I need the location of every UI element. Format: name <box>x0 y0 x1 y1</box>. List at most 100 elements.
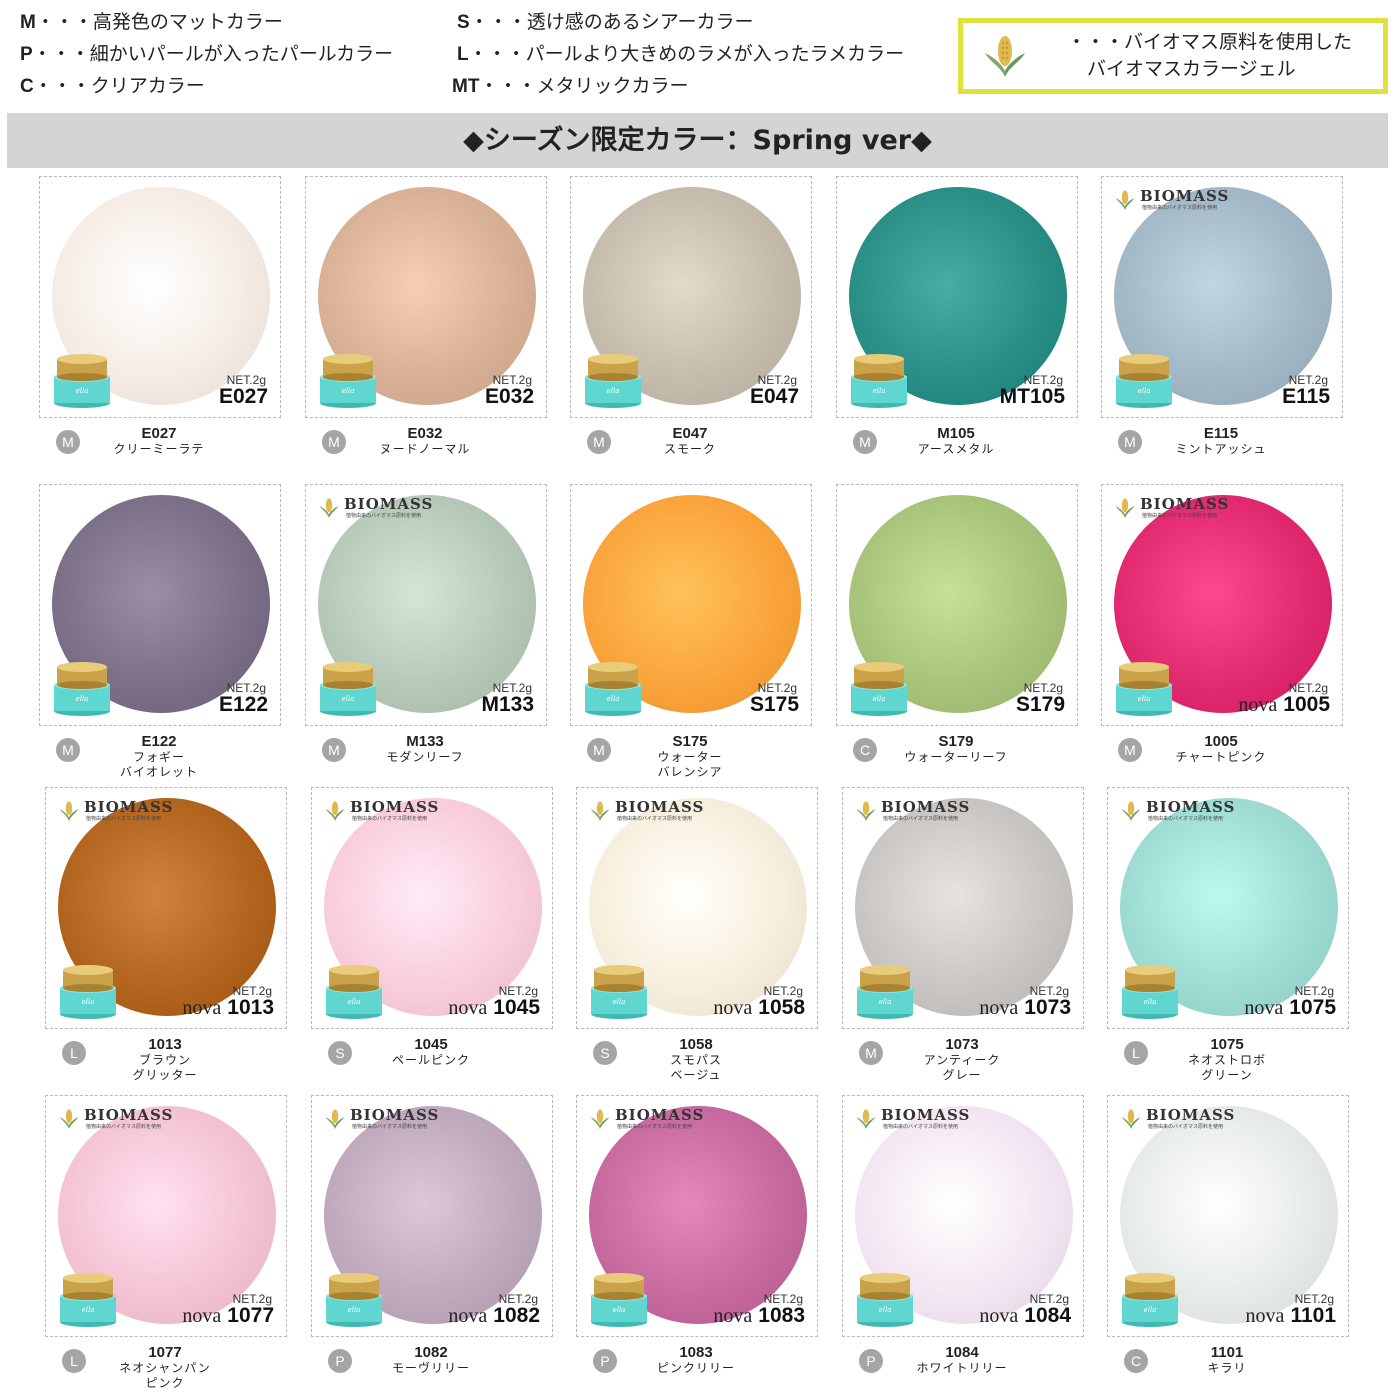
corn-icon <box>1115 498 1135 519</box>
caption-code: E115 <box>1203 425 1239 442</box>
swatch-code: nova 1005 <box>1238 693 1330 717</box>
caption-name: キラリ <box>1207 1361 1247 1375</box>
gel-jar-icon: ella <box>58 964 118 1020</box>
swatch-code: M133 <box>481 693 534 717</box>
color-card[interactable]: BIOMASS 植物由来のバイオマス原料を使用 ella NET.2g nova 1075 <box>1107 787 1349 1029</box>
color-card[interactable]: BIOMASS 植物由来のバイオマス原料を使用 ella NET.2g nova 1077 <box>45 1095 287 1337</box>
color-caption: E122 フォギー バイオレット <box>69 734 249 780</box>
swatch-code-number: 1101 <box>1290 1304 1336 1327</box>
color-card[interactable]: ella NET.2g E122 <box>39 484 281 726</box>
swatch-code-number: E027 <box>218 385 268 408</box>
svg-text:ella: ella <box>1138 695 1151 703</box>
swatch-code-number: E047 <box>749 385 799 408</box>
swatch-code: nova 1084 <box>979 1304 1071 1328</box>
biomass-logo: BIOMASS 植物由来のバイオマス原料を使用 <box>855 798 1035 824</box>
color-caption: 1084 ホワイトリリー <box>872 1345 1052 1376</box>
caption-code: 1013 <box>148 1036 182 1053</box>
color-card[interactable]: ella NET.2g E047 <box>570 176 812 418</box>
svg-text:ella: ella <box>82 998 95 1006</box>
color-grid: ella NET.2g E027 M E027 クリーミーラテ ella NET.2g E032… <box>0 0 1400 1400</box>
svg-text:ella: ella <box>1138 387 1151 395</box>
swatch-code-number: 1077 <box>227 1304 274 1327</box>
nova-label: nova <box>1245 1305 1285 1327</box>
color-caption: S175 ウォーター バレンシア <box>600 734 780 780</box>
svg-text:ella: ella <box>342 695 355 703</box>
caption-code: M133 <box>406 733 444 750</box>
color-card[interactable]: BIOMASS 植物由来のバイオマス原料を使用 ella NET.2g nova 1058 <box>576 787 818 1029</box>
biomass-logo-sub: 植物由来のバイオマス原料を使用 <box>86 816 162 822</box>
caption-name: ネオストロボ <box>1187 1053 1266 1067</box>
color-card[interactable]: BIOMASS 植物由来のバイオマス原料を使用 ella NET.2g nova 1013 <box>45 787 287 1029</box>
swatch-code: nova 1083 <box>713 1304 805 1328</box>
caption-code: S179 <box>938 733 974 750</box>
swatch-code: E027 <box>219 385 268 409</box>
gel-jar-icon: ella <box>849 353 909 409</box>
color-caption: 1101 キラリ <box>1137 1345 1317 1376</box>
caption-name: クリーミーラテ <box>113 442 205 456</box>
color-caption: E047 スモーク <box>600 426 780 457</box>
color-card[interactable]: BIOMASS 植物由来のバイオマス原料を使用 ella NET.2g nova 1101 <box>1107 1095 1349 1337</box>
svg-text:ella: ella <box>348 998 361 1006</box>
gel-jar-icon: ella <box>583 661 643 717</box>
gel-jar-icon: ella <box>849 661 909 717</box>
caption-code: E122 <box>141 733 177 750</box>
biomass-logo: BIOMASS 植物由来のバイオマス原料を使用 <box>1120 798 1300 824</box>
svg-text:ella: ella <box>76 387 89 395</box>
biomass-logo-word: BIOMASS <box>881 798 971 816</box>
caption-code: 1005 <box>1204 733 1238 750</box>
color-card[interactable]: BIOMASS 植物由来のバイオマス原料を使用 ella NET.2g nova 1045 <box>311 787 553 1029</box>
swatch-code: S175 <box>750 693 799 717</box>
nova-label: nova <box>448 997 488 1019</box>
color-caption: S179 ウォーターリーフ <box>866 734 1046 765</box>
svg-text:ella: ella <box>76 695 89 703</box>
gel-jar-icon: ella <box>1114 353 1174 409</box>
swatch-code: E047 <box>750 385 799 409</box>
caption-name: チャートピンク <box>1175 750 1267 764</box>
swatch-code-number: 1083 <box>758 1304 805 1327</box>
swatch-code: nova 1077 <box>182 1304 274 1328</box>
biomass-logo: BIOMASS 植物由来のバイオマス原料を使用 <box>324 798 504 824</box>
caption-name-line2: グレー <box>942 1068 982 1082</box>
color-card[interactable]: ella NET.2g E032 <box>305 176 547 418</box>
swatch-code: nova 1013 <box>182 996 274 1020</box>
color-card[interactable]: BIOMASS 植物由来のバイオマス原料を使用 ella NET.2g M133 <box>305 484 547 726</box>
color-card[interactable]: ella NET.2g S179 <box>836 484 1078 726</box>
swatch-code-number: 1058 <box>758 996 805 1019</box>
color-card[interactable]: ella NET.2g E027 <box>39 176 281 418</box>
swatch-code-number: MT105 <box>999 385 1065 408</box>
biomass-logo-word: BIOMASS <box>344 495 434 513</box>
biomass-logo-word: BIOMASS <box>1146 798 1236 816</box>
biomass-logo-sub: 植物由来のバイオマス原料を使用 <box>1142 205 1218 211</box>
biomass-logo-word: BIOMASS <box>84 798 174 816</box>
color-card[interactable]: BIOMASS 植物由来のバイオマス原料を使用 ella NET.2g nova 1005 <box>1101 484 1343 726</box>
caption-name-line2: グリーン <box>1201 1068 1253 1082</box>
biomass-logo-sub: 植物由来のバイオマス原料を使用 <box>352 816 428 822</box>
caption-name: ピンクリリー <box>656 1361 735 1375</box>
swatch-code: nova 1101 <box>1246 1304 1336 1328</box>
swatch-code-number: E122 <box>218 693 268 716</box>
corn-icon <box>1121 1109 1141 1130</box>
svg-text:ella: ella <box>607 695 620 703</box>
color-caption: 1005 チャートピンク <box>1131 734 1311 765</box>
nova-label: nova <box>182 1305 222 1327</box>
color-card[interactable]: BIOMASS 植物由来のバイオマス原料を使用 ella NET.2g nova 1084 <box>842 1095 1084 1337</box>
color-caption: 1058 スモパス ベージュ <box>606 1037 786 1083</box>
corn-icon <box>590 801 610 822</box>
color-card[interactable]: BIOMASS 植物由来のバイオマス原料を使用 ella NET.2g nova 1082 <box>311 1095 553 1337</box>
caption-code: E047 <box>672 425 708 442</box>
caption-code: 1084 <box>945 1344 979 1361</box>
svg-text:ella: ella <box>873 387 886 395</box>
color-card[interactable]: BIOMASS 植物由来のバイオマス原料を使用 ella NET.2g E115 <box>1101 176 1343 418</box>
corn-icon <box>1115 190 1135 211</box>
color-card[interactable]: ella NET.2g MT105 <box>836 176 1078 418</box>
color-card[interactable]: BIOMASS 植物由来のバイオマス原料を使用 ella NET.2g nova 1073 <box>842 787 1084 1029</box>
color-card[interactable]: ella NET.2g S175 <box>570 484 812 726</box>
color-card[interactable]: BIOMASS 植物由来のバイオマス原料を使用 ella NET.2g nova 1083 <box>576 1095 818 1337</box>
nova-label: nova <box>182 997 222 1019</box>
corn-icon <box>856 1109 876 1130</box>
corn-icon <box>59 801 79 822</box>
color-caption: 1073 アンティーク グレー <box>872 1037 1052 1083</box>
caption-name: ネオシャンパン <box>119 1361 211 1375</box>
caption-name: ブラウン <box>138 1053 191 1067</box>
biomass-logo-sub: 植物由来のバイオマス原料を使用 <box>1148 816 1224 822</box>
